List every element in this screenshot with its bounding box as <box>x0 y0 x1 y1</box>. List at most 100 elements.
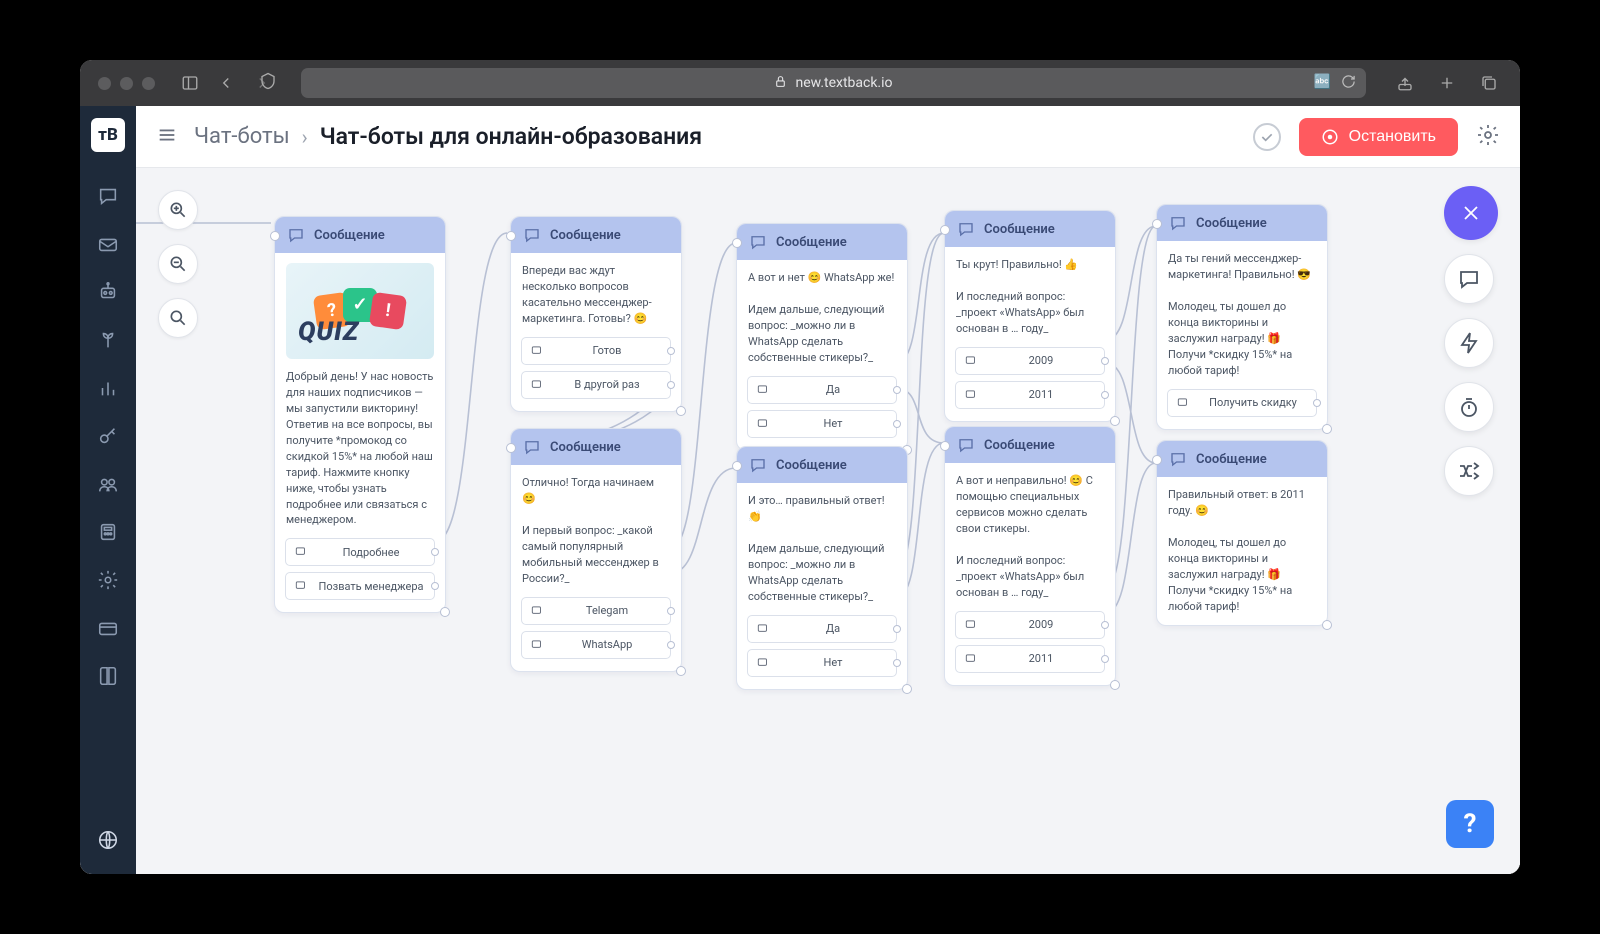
node-title: Сообщение <box>550 228 621 243</box>
sidebar-cards[interactable] <box>88 608 128 648</box>
node-button[interactable]: Да <box>747 615 897 643</box>
zoom-in-button[interactable] <box>158 190 198 230</box>
sidebar-toggle-icon[interactable] <box>177 70 203 96</box>
node-button[interactable]: 2009 <box>955 347 1105 375</box>
browser-chrome: new.textback.io 🔤 <box>80 60 1520 106</box>
traffic-max[interactable] <box>142 77 155 90</box>
node-title: Сообщение <box>1196 216 1267 231</box>
logo[interactable]: тВ <box>80 106 136 164</box>
shield-icon <box>259 72 277 94</box>
port-out[interactable] <box>431 548 439 556</box>
translate-icon[interactable]: 🔤 <box>1314 74 1331 93</box>
node-title: Сообщение <box>314 228 385 243</box>
node-title: Сообщение <box>776 235 847 250</box>
port-in[interactable] <box>270 231 280 241</box>
node-title: Сообщение <box>1196 452 1267 467</box>
flow-node[interactable]: Сообщение А вот и неправильно! 😊 С помощ… <box>944 426 1116 686</box>
menu-toggle[interactable] <box>156 124 178 150</box>
share-icon[interactable] <box>1392 70 1418 96</box>
node-button[interactable]: Получить скидку <box>1167 389 1317 417</box>
new-tab-icon[interactable] <box>1434 70 1460 96</box>
node-body: Правильный ответ: в 2011 году. 😊 Молодец… <box>1157 477 1327 625</box>
node-body: Да ты гений мессенджер-маркетинга! Прави… <box>1157 241 1327 389</box>
validate-button[interactable] <box>1253 123 1281 151</box>
port-out[interactable] <box>431 582 439 590</box>
node-body: Ты крут! Правильно! 👍 И последний вопрос… <box>945 247 1115 347</box>
tabs-icon[interactable] <box>1476 70 1502 96</box>
node-button[interactable]: Да <box>747 376 897 404</box>
close-panel-button[interactable] <box>1444 186 1498 240</box>
node-body: А вот и нет 😊 WhatsApp же! Идем дальше, … <box>737 260 907 376</box>
sidebar-keys[interactable] <box>88 416 128 456</box>
node-button[interactable]: Нет <box>747 649 897 677</box>
stop-button-label: Остановить <box>1349 128 1436 146</box>
node-button[interactable]: 2009 <box>955 611 1105 639</box>
stop-button[interactable]: Остановить <box>1299 118 1458 156</box>
port-out[interactable] <box>440 607 450 617</box>
breadcrumb-root[interactable]: Чат-боты <box>194 124 290 149</box>
node-title: Сообщение <box>550 440 621 455</box>
flow-node[interactable]: Сообщение Отлично! Тогда начинаем 😊 И пе… <box>510 428 682 672</box>
traffic-lights <box>98 77 155 90</box>
breadcrumb-current: Чат-боты для онлайн-образования <box>320 123 702 150</box>
node-button[interactable]: Telegam <box>521 597 671 625</box>
sidebar-chats[interactable] <box>88 176 128 216</box>
random-tool[interactable] <box>1444 446 1494 496</box>
node-button[interactable]: Позвать менеджера <box>285 572 435 600</box>
sidebar-stats[interactable] <box>88 368 128 408</box>
node-button[interactable]: Подробнее <box>285 538 435 566</box>
sidebar-billing[interactable] <box>88 512 128 552</box>
chevron-right-icon: › <box>302 125 308 149</box>
help-button[interactable]: ? <box>1446 800 1494 848</box>
sidebar-bots[interactable] <box>88 272 128 312</box>
flow-node[interactable]: Сообщение Правильный ответ: в 2011 году.… <box>1156 440 1328 626</box>
zoom-out-button[interactable] <box>158 244 198 284</box>
sidebar-team[interactable] <box>88 464 128 504</box>
flow-node[interactable]: Сообщение Впереди вас ждут несколько воп… <box>510 216 682 412</box>
node-body: А вот и неправильно! 😊 С помощью специал… <box>945 463 1115 611</box>
node-header: Сообщение <box>275 217 445 253</box>
node-title: Сообщение <box>984 438 1055 453</box>
flow-node[interactable]: Сообщение Ты крут! Правильно! 👍 И послед… <box>944 210 1116 422</box>
nav-back-icon[interactable] <box>213 70 239 96</box>
traffic-close[interactable] <box>98 77 111 90</box>
tool-rail <box>1444 186 1498 496</box>
app: тВ <box>80 106 1520 874</box>
sidebar-inbox[interactable] <box>88 224 128 264</box>
node-body: И это… правильный ответ! 👏 Идем дальше, … <box>737 483 907 615</box>
node-button[interactable]: Нет <box>747 410 897 438</box>
reload-icon[interactable] <box>1341 74 1356 93</box>
action-tool[interactable] <box>1444 318 1494 368</box>
node-button[interactable]: В другой раз <box>521 371 671 399</box>
flow-node[interactable]: Сообщение Да ты гений мессенджер-маркети… <box>1156 204 1328 430</box>
node-button[interactable]: WhatsApp <box>521 631 671 659</box>
message-tool[interactable] <box>1444 254 1494 304</box>
node-title: Сообщение <box>776 458 847 473</box>
url-bar[interactable]: new.textback.io 🔤 <box>301 68 1366 98</box>
traffic-min[interactable] <box>120 77 133 90</box>
node-button[interactable]: 2011 <box>955 645 1105 673</box>
sidebar-settings[interactable] <box>88 560 128 600</box>
node-body: Впереди вас ждут несколько вопросов каса… <box>511 253 681 337</box>
node-body: ?✓! QUIZ Добрый день! У нас новость для … <box>275 253 445 538</box>
sidebar-docs[interactable] <box>88 656 128 696</box>
browser-window: new.textback.io 🔤 тВ <box>80 60 1520 874</box>
port-in[interactable] <box>506 231 516 241</box>
breadcrumbs: Чат-боты › Чат-боты для онлайн-образован… <box>194 123 702 150</box>
url-actions: 🔤 <box>1314 74 1356 93</box>
flow-node[interactable]: Сообщение А вот и нет 😊 WhatsApp же! Иде… <box>736 223 908 451</box>
node-title: Сообщение <box>984 222 1055 237</box>
flow-canvas[interactable]: ? <box>136 168 1520 874</box>
sidebar-growth[interactable] <box>88 320 128 360</box>
flow-node[interactable]: Сообщение И это… правильный ответ! 👏 Иде… <box>736 446 908 690</box>
zoom-controls <box>158 190 198 338</box>
node-button[interactable]: Готов <box>521 337 671 365</box>
app-main: Чат-боты › Чат-боты для онлайн-образован… <box>136 106 1520 874</box>
zoom-fit-button[interactable] <box>158 298 198 338</box>
settings-button[interactable] <box>1476 123 1500 151</box>
sidebar-language[interactable] <box>88 820 128 860</box>
node-button[interactable]: 2011 <box>955 381 1105 409</box>
flow-node[interactable]: Сообщение ?✓! QUIZ Добрый день! У нас но… <box>274 216 446 613</box>
app-sidebar: тВ <box>80 106 136 874</box>
delay-tool[interactable] <box>1444 382 1494 432</box>
